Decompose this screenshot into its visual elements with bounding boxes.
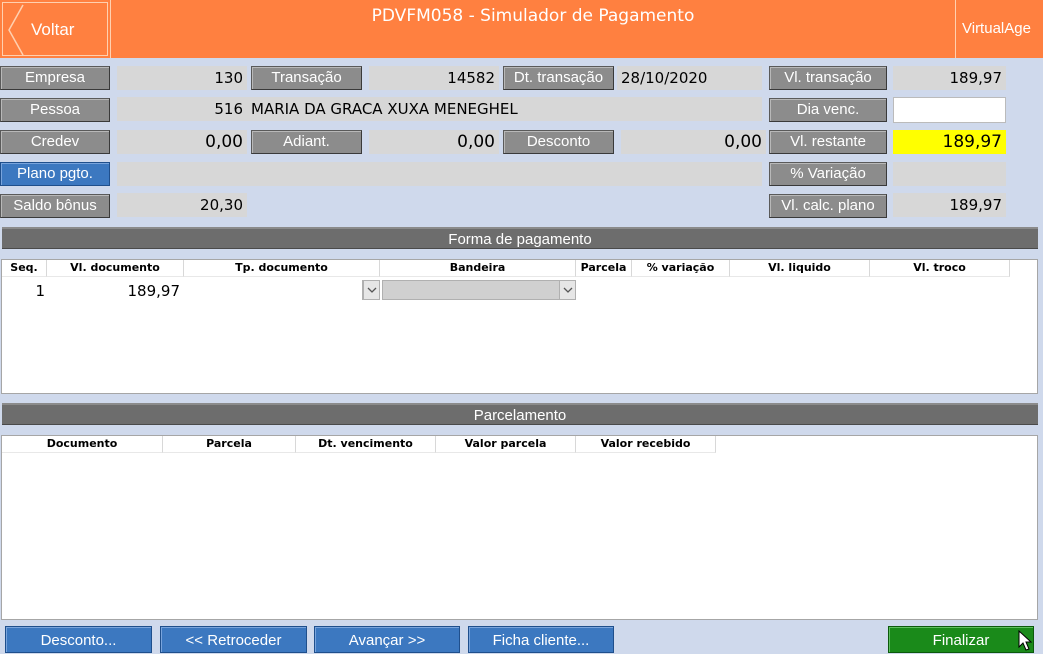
column-header-valor-parcela[interactable]: Valor parcela: [436, 436, 576, 453]
page-title: PDVFM058 - Simulador de Pagamento: [110, 0, 956, 58]
credev-field: 0,00: [117, 130, 247, 154]
empresa-label[interactable]: Empresa: [0, 66, 110, 90]
desconto-button[interactable]: Desconto...: [5, 626, 152, 653]
avancar-button[interactable]: Avançar >>: [314, 626, 460, 653]
pessoa-code-field: 516: [117, 97, 247, 121]
forma-pagamento-header: Forma de pagamento: [2, 227, 1038, 249]
adiant-field: 0,00: [369, 130, 499, 154]
chevron-down-icon: [363, 281, 379, 299]
column-header-vl-documento[interactable]: Vl. documento: [47, 260, 184, 277]
column-header-vl-liquido[interactable]: Vl. liquido: [730, 260, 870, 277]
saldo-bonus-field: 20,30: [117, 193, 247, 217]
column-header-documento[interactable]: Documento: [2, 436, 163, 453]
row-vl-documento-cell[interactable]: 189,97: [47, 281, 181, 301]
column-header-tp-documento[interactable]: Tp. documento: [184, 260, 380, 277]
transacao-field: 14582: [369, 66, 499, 90]
variacao-field: [893, 162, 1006, 186]
vl-transacao-label[interactable]: Vl. transação: [769, 66, 887, 90]
column-header-bandeira[interactable]: Bandeira: [380, 260, 576, 277]
desconto-field: 0,00: [621, 130, 766, 154]
dia-venc-input[interactable]: [893, 97, 1006, 123]
pessoa-label[interactable]: Pessoa: [0, 98, 110, 122]
retroceder-button[interactable]: << Retroceder: [160, 626, 307, 653]
brand-label: VirtualAge: [962, 20, 1031, 37]
adiant-label[interactable]: Adiant.: [251, 130, 362, 154]
ficha-cliente-button[interactable]: Ficha cliente...: [468, 626, 614, 653]
column-header-seq[interactable]: Seq.: [2, 260, 47, 277]
saldo-bonus-label[interactable]: Saldo bônus: [0, 194, 110, 218]
row-seq-cell[interactable]: 1: [2, 281, 47, 301]
vl-transacao-field: 189,97: [893, 66, 1006, 90]
bandeira-dropdown[interactable]: [382, 280, 576, 300]
vl-calc-plano-field: 189,97: [893, 193, 1006, 217]
tp-documento-dropdown[interactable]: [362, 280, 380, 300]
chevron-down-icon: [559, 281, 575, 299]
variacao-label[interactable]: % Variação: [769, 162, 887, 186]
column-header-variacao[interactable]: % variação: [632, 260, 730, 277]
empresa-field: 130: [117, 66, 247, 90]
plano-pgto-field: [117, 162, 762, 186]
column-header-valor-recebido[interactable]: Valor recebido: [576, 436, 716, 453]
parcelamento-table: Documento Parcela Dt. vencimento Valor p…: [1, 435, 1038, 620]
pessoa-name-field: MARIA DA GRACA XUXA MENEGHEL: [247, 97, 762, 121]
plano-pgto-button[interactable]: Plano pgto.: [0, 162, 110, 186]
column-header-parcela[interactable]: Parcela: [576, 260, 632, 277]
forma-pagamento-table: Seq. Vl. documento Tp. documento Bandeir…: [1, 259, 1038, 394]
back-button[interactable]: Voltar: [2, 2, 108, 56]
back-button-label: Voltar: [31, 20, 75, 39]
desconto-label[interactable]: Desconto: [503, 130, 614, 154]
column-header-parcela[interactable]: Parcela: [163, 436, 296, 453]
vl-restante-label[interactable]: Vl. restante: [769, 130, 887, 154]
finalizar-button[interactable]: Finalizar: [888, 626, 1034, 653]
dia-venc-label[interactable]: Dia venc.: [769, 98, 887, 122]
dt-transacao-field: 28/10/2020: [617, 66, 762, 90]
parcelamento-header: Parcelamento: [2, 403, 1038, 425]
column-header-vl-troco[interactable]: Vl. troco: [870, 260, 1010, 277]
credev-label[interactable]: Credev: [0, 130, 110, 154]
dt-transacao-label[interactable]: Dt. transação: [503, 66, 614, 90]
column-header-dt-vencimento[interactable]: Dt. vencimento: [296, 436, 436, 453]
mouse-cursor-icon: [1018, 630, 1032, 651]
transacao-label[interactable]: Transação: [251, 66, 362, 90]
vl-calc-plano-label[interactable]: Vl. calc. plano: [769, 194, 887, 218]
vl-restante-field: 189,97: [893, 130, 1006, 154]
